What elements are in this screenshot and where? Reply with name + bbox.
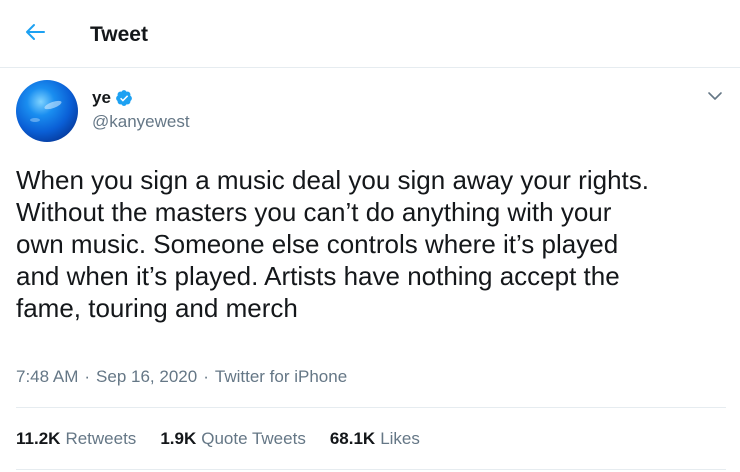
tweet-source[interactable]: Twitter for iPhone: [215, 367, 347, 387]
tweet-time[interactable]: 7:48 AM: [16, 367, 78, 387]
likes-stat[interactable]: 68.1K Likes: [330, 429, 420, 449]
verified-badge-icon: [115, 89, 133, 107]
more-options-button[interactable]: [704, 86, 726, 108]
retweets-count: 11.2K: [16, 429, 61, 448]
tweet-date[interactable]: Sep 16, 2020: [96, 367, 197, 387]
header: Tweet: [0, 0, 740, 68]
divider: [16, 407, 726, 408]
back-button[interactable]: [20, 19, 50, 49]
tweet-meta: 7:48 AM · Sep 16, 2020 · Twitter for iPh…: [16, 367, 347, 387]
arrow-left-icon: [25, 23, 45, 46]
author-handle[interactable]: @kanyewest: [92, 112, 190, 132]
author-display-name[interactable]: ye: [92, 88, 111, 108]
likes-count: 68.1K: [329, 429, 376, 448]
quote-tweets-label: Quote Tweets: [201, 429, 306, 448]
author-name-row: ye: [92, 88, 133, 108]
retweets-label: Retweets: [65, 429, 137, 448]
divider: [16, 469, 726, 470]
tweet-stats: 11.2K Retweets 1.9K Quote Tweets 68.1K Like…: [16, 429, 444, 449]
likes-label: Likes: [380, 429, 420, 448]
tweet-text: When you sign a music deal you sign away…: [16, 165, 649, 323]
chevron-down-icon: [707, 88, 723, 106]
quote-tweets-stat[interactable]: 1.9K Quote Tweets: [160, 429, 306, 449]
avatar[interactable]: [16, 80, 78, 142]
meta-separator: ·: [84, 367, 91, 386]
page-title: Tweet: [90, 23, 148, 46]
meta-separator: ·: [203, 367, 209, 386]
retweets-stat[interactable]: 11.2K Retweets: [16, 429, 136, 449]
quote-tweets-count: 1.9K: [160, 429, 197, 448]
